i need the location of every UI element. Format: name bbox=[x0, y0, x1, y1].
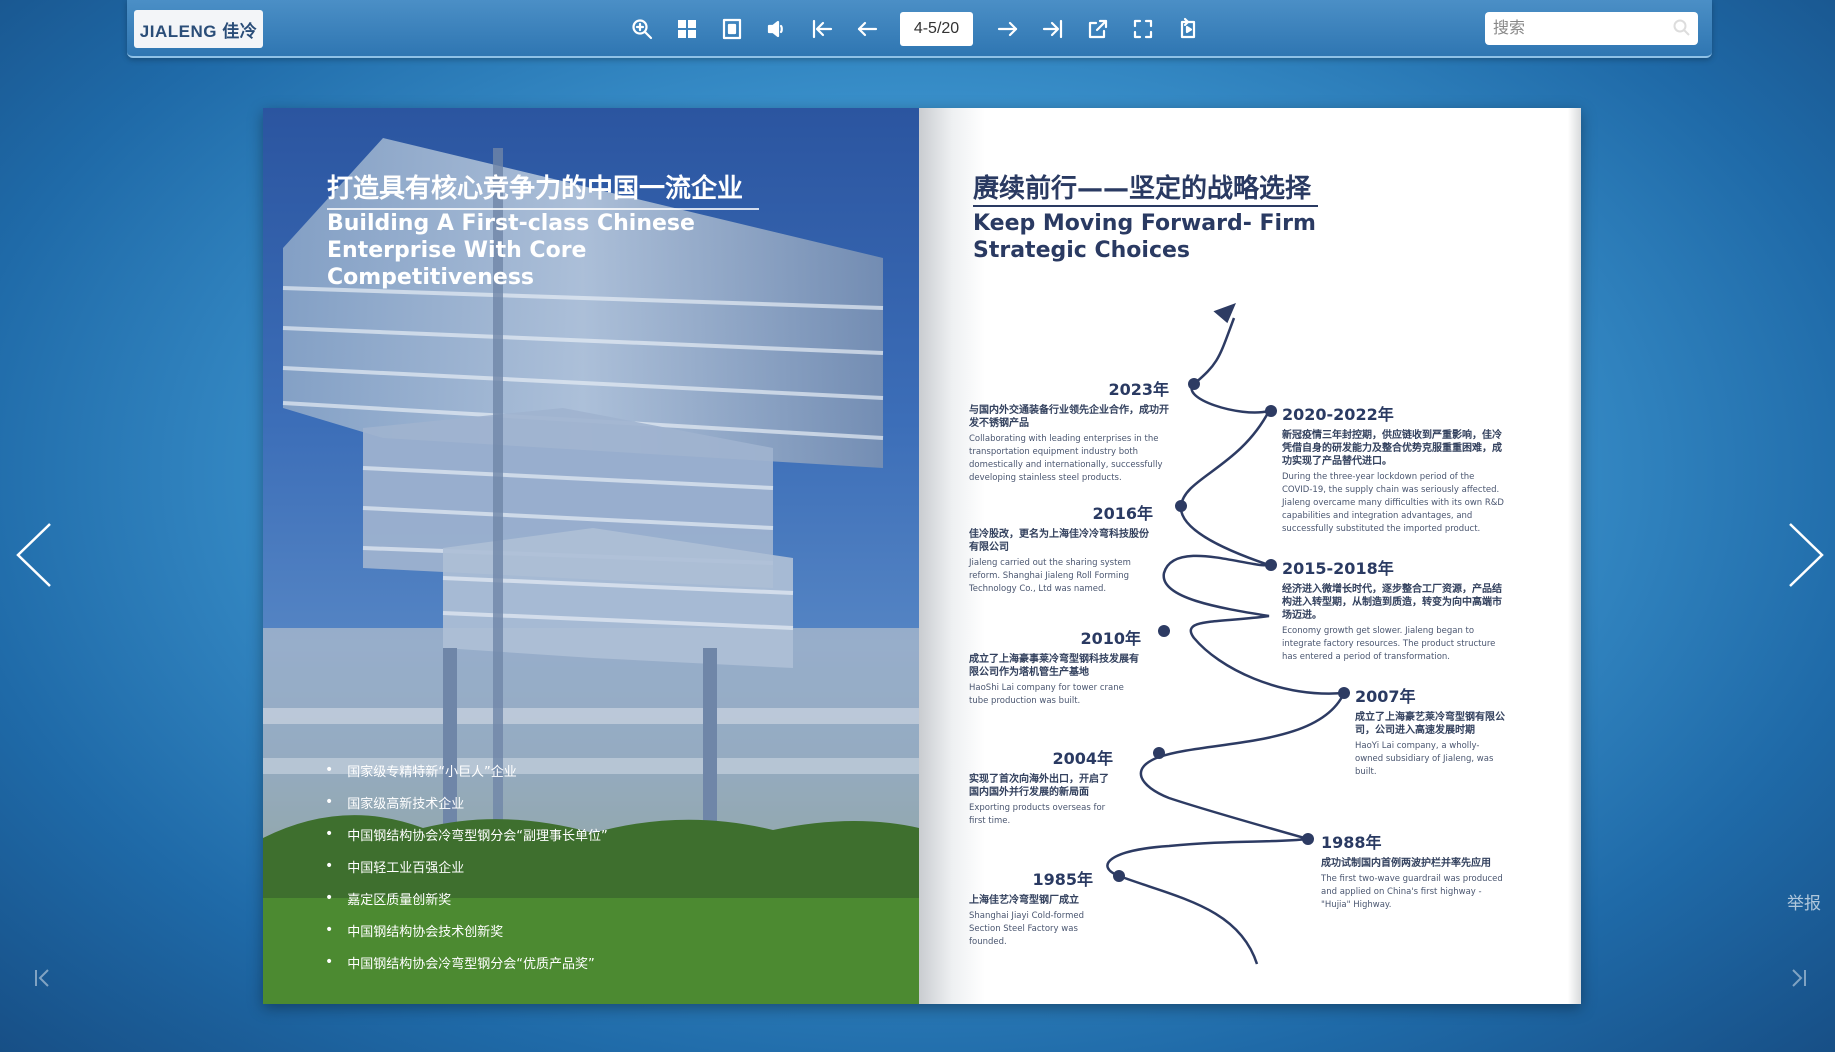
fullscreen-icon[interactable] bbox=[1128, 14, 1158, 44]
timeline-event-2015-2018: 2015-2018年 经济进入微增长时代，逐步整合工厂资源，产品结构进入转型期，… bbox=[1282, 559, 1502, 662]
timeline-event-2023: 2023年 与国内外交通装备行业领先企业合作，成功开发不锈钢产品 Collabo… bbox=[969, 380, 1169, 483]
timeline-event-1988: 1988年 成功试制国内首例两波护栏并率先应用 The first two-wa… bbox=[1321, 833, 1503, 910]
honor-item: 嘉定区质量创新奖 bbox=[325, 882, 608, 914]
honor-item: 国家级专精特新“小巨人”企业 bbox=[325, 754, 608, 786]
timeline-event-1985: 1985年 上海佳艺冷弯型钢厂成立 Shanghai Jiayi Cold-fo… bbox=[969, 870, 1093, 947]
prev-page-arrow-icon[interactable] bbox=[12, 520, 56, 590]
last-page-icon[interactable] bbox=[1038, 14, 1068, 44]
left-title-en: Building A First-class Chinese Enterpris… bbox=[327, 211, 695, 290]
left-page: 打造具有核心竞争力的中国一流企业 Building A First-class … bbox=[263, 108, 919, 1004]
sound-icon[interactable] bbox=[762, 14, 792, 44]
right-page: 赓续前行——坚定的战略选择 Keep Moving Forward- Firm … bbox=[919, 108, 1581, 1004]
search-input[interactable] bbox=[1485, 12, 1698, 45]
honors-list: 国家级专精特新“小巨人”企业 国家级高新技术企业 中国钢结构协会冷弯型钢分会“副… bbox=[325, 754, 608, 978]
honor-item: 中国钢结构协会冷弯型钢分会“优质产品奖” bbox=[325, 946, 608, 978]
report-link[interactable]: 举报 bbox=[1787, 889, 1821, 914]
next-page-icon[interactable] bbox=[993, 14, 1023, 44]
honor-item: 中国钢结构协会冷弯型钢分会“副理事长单位” bbox=[325, 818, 607, 850]
timeline-event-2010: 2010年 成立了上海豪事莱冷弯型钢科技发展有限公司作为塔机管生产基地 HaoS… bbox=[969, 629, 1141, 706]
jialeng-logo[interactable]: JIALENG 佳冷 bbox=[134, 10, 263, 48]
search-icon[interactable] bbox=[1672, 18, 1692, 38]
thumbnails-icon[interactable] bbox=[672, 14, 702, 44]
honor-item: 中国钢结构协会技术创新奖 bbox=[325, 914, 608, 946]
last-page-small-icon[interactable] bbox=[1787, 965, 1809, 991]
zoom-in-icon[interactable] bbox=[627, 14, 657, 44]
timeline-event-2007: 2007年 成立了上海豪艺莱冷弯型钢有限公司，公司进入高速发展时期 HaoYi … bbox=[1355, 687, 1505, 777]
toolbar: JIALENG 佳冷 bbox=[127, 0, 1712, 58]
left-title-cn: 打造具有核心竞争力的中国一流企业 bbox=[327, 174, 744, 204]
timeline-event-2004: 2004年 实现了首次向海外出口，开启了国内国外并行发展的新局面 Exporti… bbox=[969, 749, 1113, 826]
timeline-event-2020-2022: 2020-2022年 新冠疫情三年封控期，供应链收到严重影响，佳冷凭借自身的研发… bbox=[1282, 405, 1504, 534]
first-page-small-icon[interactable] bbox=[32, 965, 54, 991]
auto-flip-icon[interactable] bbox=[1173, 14, 1203, 44]
prev-page-icon[interactable] bbox=[852, 14, 882, 44]
flipbook[interactable]: 打造具有核心竞争力的中国一流企业 Building A First-class … bbox=[263, 108, 1581, 1004]
page-number-input[interactable] bbox=[900, 12, 973, 46]
timeline-event-2016: 2016年 佳冷股改，更名为上海佳冷冷弯科技股份有限公司 Jialeng car… bbox=[969, 504, 1153, 594]
share-icon[interactable] bbox=[1083, 14, 1113, 44]
first-page-icon[interactable] bbox=[807, 14, 837, 44]
honor-item: 国家级高新技术企业 bbox=[325, 786, 608, 818]
next-page-arrow-icon[interactable] bbox=[1784, 520, 1828, 590]
single-page-icon[interactable] bbox=[717, 14, 747, 44]
honor-item: 中国轻工业百强企业 bbox=[325, 850, 608, 882]
